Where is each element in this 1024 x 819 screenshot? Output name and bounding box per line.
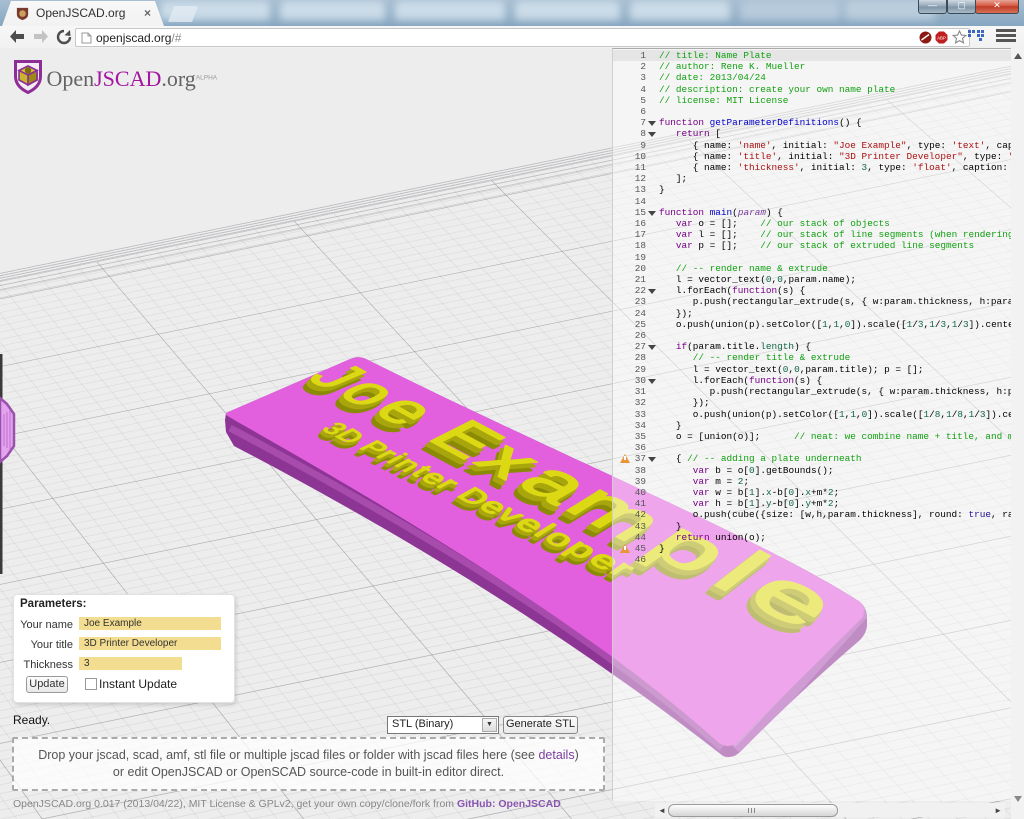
svg-text:ABP: ABP [937,36,946,41]
